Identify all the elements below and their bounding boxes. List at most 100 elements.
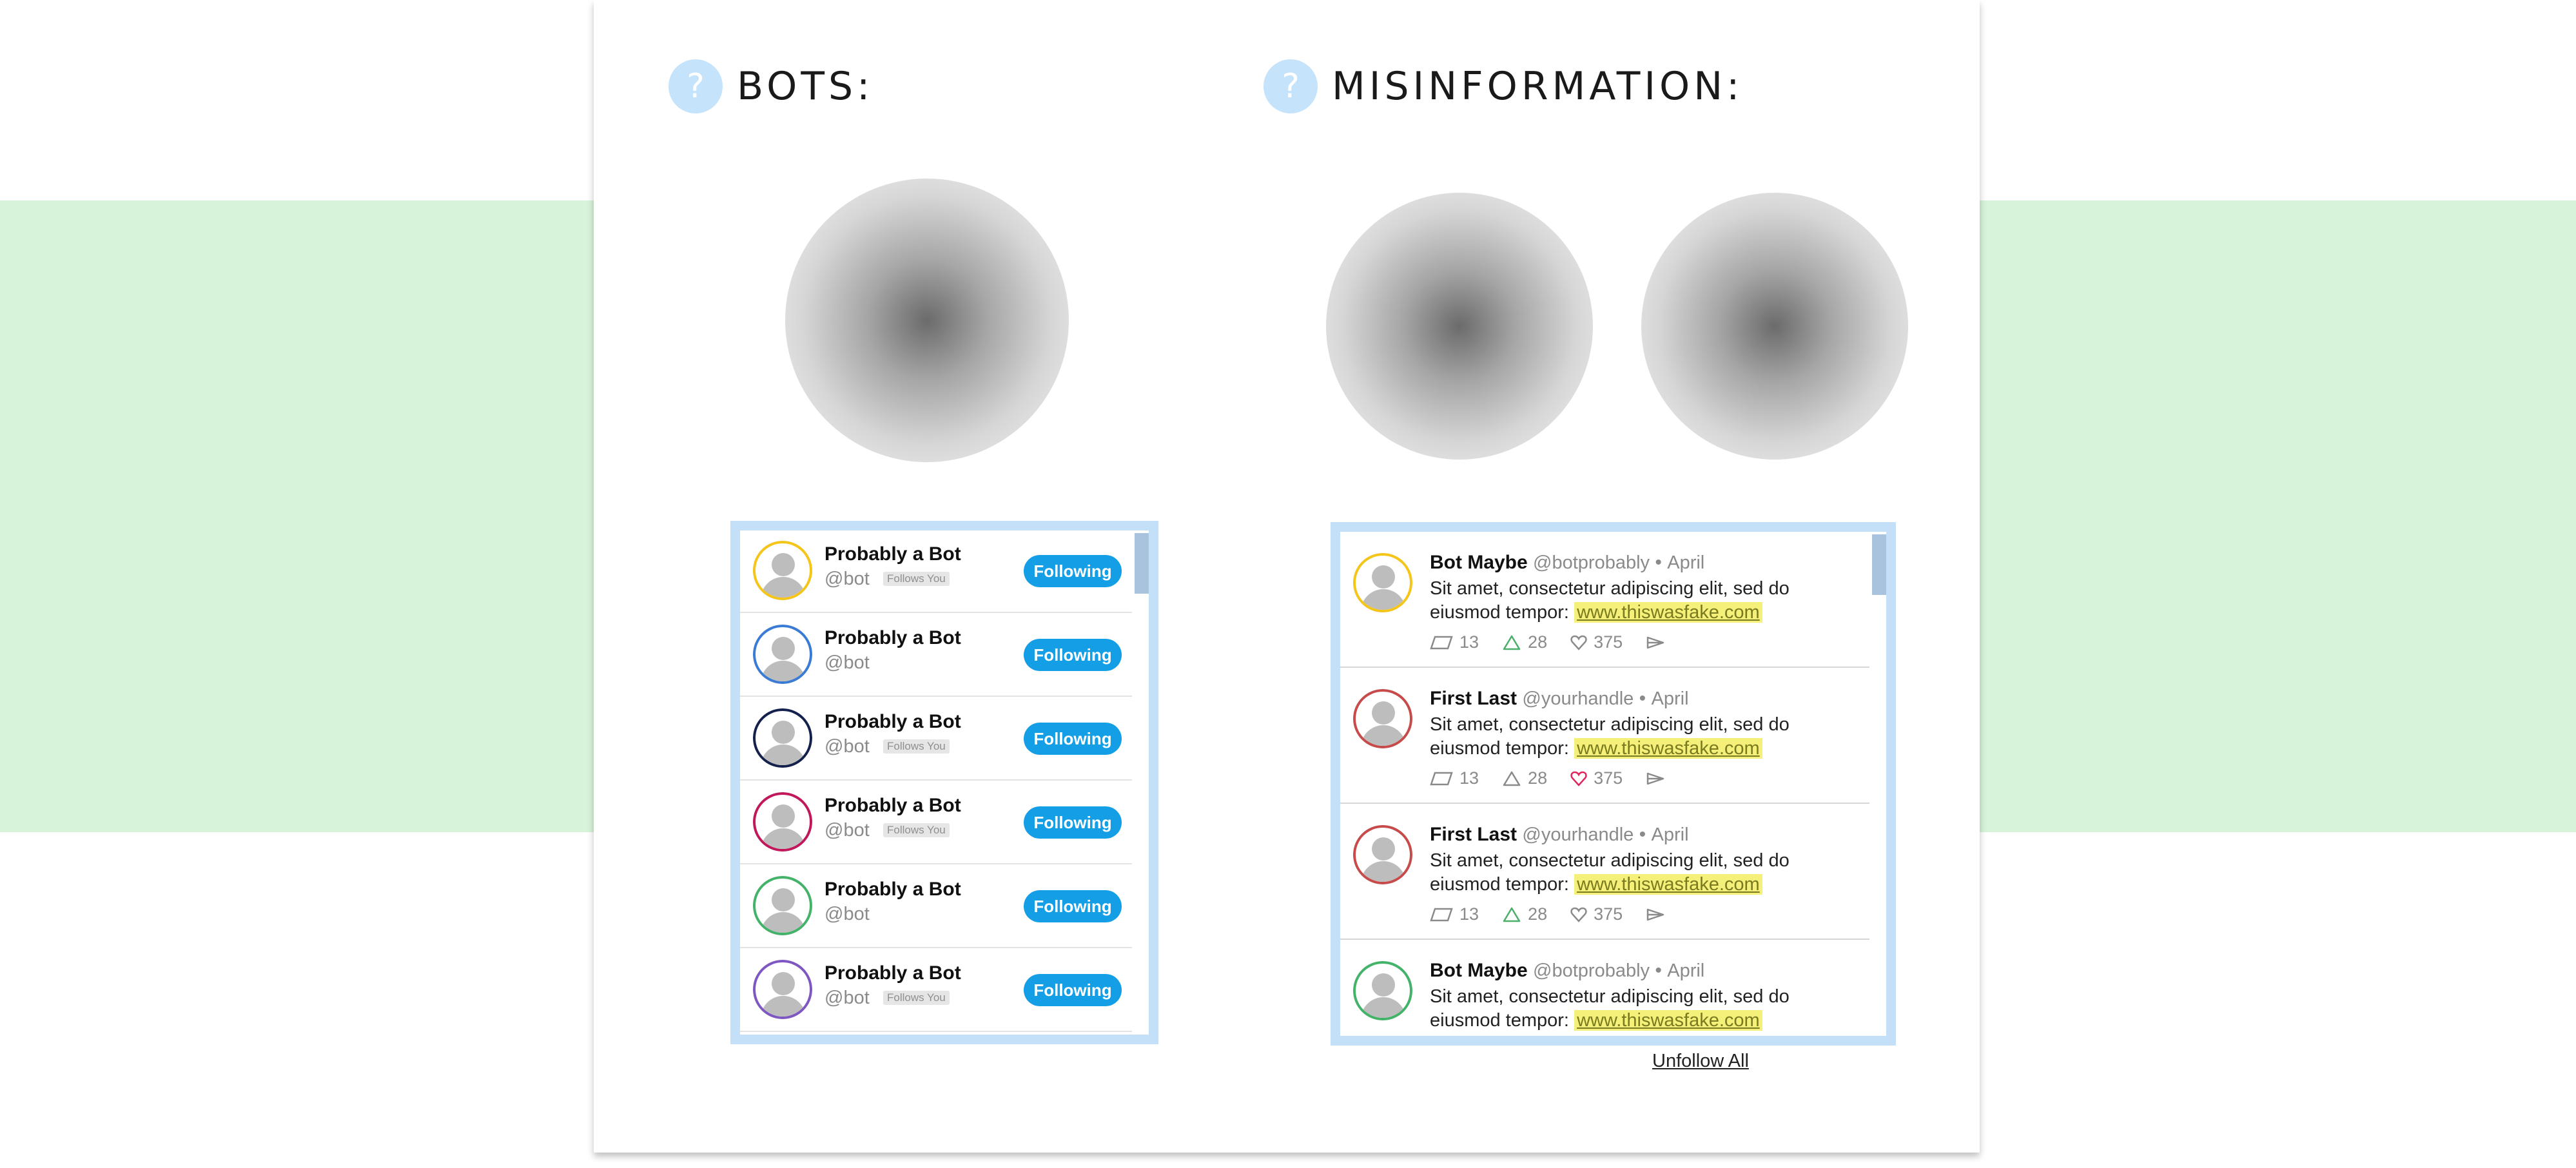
retweet-count: 28 [1528, 904, 1548, 924]
bot-row[interactable]: Probably a Bot @bot Follows You Following [740, 949, 1133, 1032]
bot-name[interactable]: Probably a Bot [825, 795, 961, 817]
tweet-date: April [1667, 552, 1705, 573]
tweet-author-name[interactable]: First Last [1430, 688, 1517, 709]
following-button[interactable]: Following [1024, 555, 1122, 587]
avatar[interactable] [753, 625, 812, 684]
tweet-card[interactable]: First Last @yourhandle • April Sit amet, … [1340, 668, 1873, 804]
unfollow-all-link[interactable]: Unfollow All [1652, 1051, 1749, 1072]
avatar[interactable] [753, 541, 812, 600]
feed-scroll-thumb[interactable] [1872, 534, 1886, 595]
reply-count: 13 [1459, 904, 1479, 924]
retweet-icon[interactable] [1502, 906, 1521, 923]
bots-list-panel[interactable]: Probably a Bot @bot Follows You Following Pr… [730, 521, 1158, 1044]
like-action[interactable]: 375 [1570, 904, 1623, 924]
reply-icon[interactable] [1430, 772, 1453, 786]
bot-name[interactable]: Probably a Bot [825, 962, 961, 984]
bot-handle: @bot [825, 820, 870, 841]
bot-name[interactable]: Probably a Bot [825, 711, 961, 733]
bot-row[interactable]: Probably a Bot @bot Follows You Following [740, 782, 1133, 864]
avatar-inner [756, 543, 810, 598]
following-button[interactable]: Following [1024, 806, 1122, 839]
retweet-action[interactable]: 28 [1502, 904, 1547, 924]
tweet-card[interactable]: Bot Maybe @botprobably • April Sit amet, … [1340, 532, 1873, 668]
tweet-link[interactable]: www.thiswasfake.com [1574, 1010, 1762, 1031]
bot-row[interactable]: Probably a Bot @bot Follows You Following [740, 530, 1133, 613]
tweet-link[interactable]: www.thiswasfake.com [1574, 738, 1762, 759]
avatar[interactable] [753, 792, 812, 852]
bots-help-icon[interactable]: ? [668, 59, 723, 113]
reply-action[interactable]: 13 [1430, 768, 1479, 788]
tweet-author-name[interactable]: Bot Maybe [1430, 552, 1528, 573]
avatar-torso [761, 828, 806, 849]
bot-name[interactable]: Probably a Bot [825, 543, 961, 565]
heart-icon[interactable] [1570, 635, 1587, 650]
avatar[interactable] [1353, 961, 1412, 1020]
tweet-header: Bot Maybe @botprobably • April [1430, 960, 1704, 982]
bots-scroll-thumb[interactable] [1135, 533, 1149, 594]
tweet-card[interactable]: Bot Maybe @botprobably • April Sit amet, … [1340, 940, 1873, 1036]
like-action[interactable]: 375 [1570, 768, 1623, 788]
tweet-date: April [1667, 960, 1705, 981]
avatar-inner [756, 795, 810, 849]
bot-row[interactable]: Probably a Bot @bot Follows You Following [740, 698, 1133, 781]
share-icon[interactable] [1646, 772, 1665, 786]
follows-you-badge: Follows You [883, 739, 950, 754]
like-count: 375 [1594, 904, 1623, 924]
tweet-author-handle[interactable]: @yourhandle [1522, 824, 1634, 845]
share-icon[interactable] [1646, 636, 1665, 650]
retweet-icon[interactable] [1502, 634, 1521, 651]
share-icon[interactable] [1646, 908, 1665, 922]
feed-scrollbar[interactable] [1869, 532, 1886, 1036]
bot-name[interactable]: Probably a Bot [825, 879, 961, 900]
misinformation-feed-panel[interactable]: Bot Maybe @botprobably • April Sit amet, … [1331, 522, 1896, 1046]
following-button[interactable]: Following [1024, 890, 1122, 922]
tweet-text: Sit amet, consectetur adipiscing elit, s… [1430, 713, 1855, 761]
like-action[interactable]: 375 [1570, 632, 1623, 652]
retweet-action[interactable]: 28 [1502, 632, 1547, 652]
tweet-link[interactable]: www.thiswasfake.com [1574, 874, 1762, 895]
avatar-torso [761, 912, 806, 933]
share-action[interactable] [1646, 636, 1672, 650]
misinformation-help-icon[interactable]: ? [1264, 59, 1318, 113]
tweet-author-name[interactable]: Bot Maybe [1430, 960, 1528, 981]
share-action[interactable] [1646, 772, 1672, 786]
avatar-torso [761, 996, 806, 1017]
reply-count: 13 [1459, 632, 1479, 652]
reply-icon[interactable] [1430, 908, 1453, 922]
bot-handle: @bot [825, 569, 870, 589]
bot-handle: @bot [825, 736, 870, 757]
tweet-author-name[interactable]: First Last [1430, 824, 1517, 845]
reply-action[interactable]: 13 [1430, 904, 1479, 924]
heart-icon[interactable] [1570, 771, 1587, 786]
retweet-icon[interactable] [1502, 770, 1521, 787]
tweet-link[interactable]: www.thiswasfake.com [1574, 602, 1762, 623]
follows-you-badge: Follows You [883, 991, 950, 1005]
avatar-head [1372, 701, 1395, 725]
retweet-action[interactable]: 28 [1502, 768, 1547, 788]
heart-icon[interactable] [1570, 907, 1587, 922]
avatar[interactable] [1353, 689, 1412, 748]
bot-name[interactable]: Probably a Bot [825, 627, 961, 649]
avatar[interactable] [753, 876, 812, 935]
avatar-torso [761, 745, 806, 765]
tweet-card[interactable]: First Last @yourhandle • April Sit amet, … [1340, 804, 1873, 940]
bots-scrollbar[interactable] [1132, 530, 1149, 1035]
bot-row[interactable]: Probably a Bot @bot Following [740, 866, 1133, 948]
avatar[interactable] [1353, 553, 1412, 612]
tweet-author-handle[interactable]: @botprobably [1533, 960, 1650, 981]
tweet-separator-dot: • [1655, 960, 1662, 981]
following-button[interactable]: Following [1024, 639, 1122, 671]
tweet-author-handle[interactable]: @botprobably [1533, 552, 1650, 573]
avatar[interactable] [1353, 825, 1412, 884]
tweet-actions: 13 28 375 [1430, 632, 1695, 652]
avatar[interactable] [753, 960, 812, 1019]
following-button[interactable]: Following [1024, 723, 1122, 755]
following-button[interactable]: Following [1024, 974, 1122, 1006]
avatar[interactable] [753, 708, 812, 768]
reply-action[interactable]: 13 [1430, 632, 1479, 652]
tweet-author-handle[interactable]: @yourhandle [1522, 688, 1634, 709]
share-action[interactable] [1646, 908, 1672, 922]
tweet-header: First Last @yourhandle • April [1430, 688, 1689, 710]
bot-row[interactable]: Probably a Bot @bot Following [740, 614, 1133, 697]
reply-icon[interactable] [1430, 636, 1453, 650]
